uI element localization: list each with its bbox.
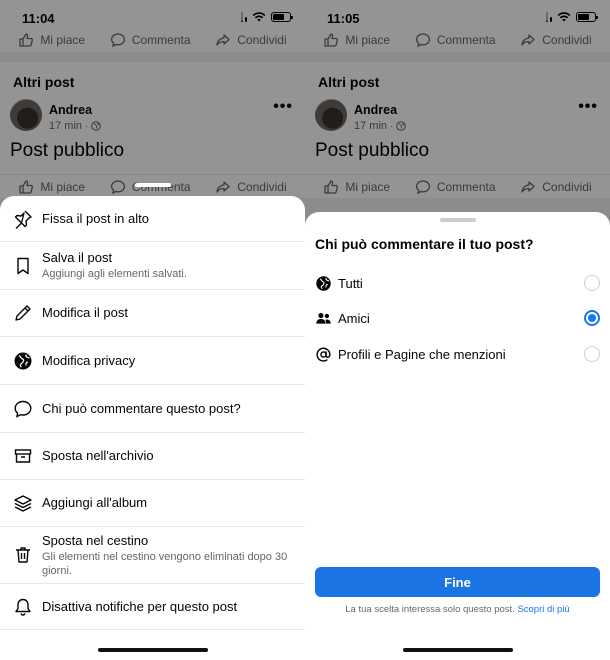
menu-label: Aggiungi all'album	[42, 495, 148, 510]
option-label: Amici	[338, 310, 370, 326]
globe-icon	[314, 274, 332, 292]
menu-text: Modifica privacy	[42, 353, 295, 369]
menu-label: Modifica privacy	[42, 352, 136, 368]
home-indicator[interactable]	[402, 648, 513, 652]
menu-item-edit-post[interactable]: Modifica il post	[0, 290, 305, 337]
sheet-grabber[interactable]	[439, 218, 476, 222]
comment-audience-sheet: Chi può commentare il tuo post? Tutti Am…	[305, 212, 610, 660]
comment-icon	[12, 398, 34, 420]
menu-text: Salva il post Aggiungi agli elementi sal…	[42, 250, 295, 281]
at-sign-icon	[314, 345, 332, 363]
menu-item-edit-privacy[interactable]: Modifica privacy	[0, 337, 305, 385]
menu-item-add-to-album[interactable]: Aggiungi all'album	[0, 480, 305, 527]
sheet-title: Chi può commentare il tuo post?	[315, 236, 534, 252]
option-label: Profili e Pagine che menzioni	[338, 346, 506, 362]
menu-label: Disattiva notifiche per questo post	[42, 598, 238, 614]
menu-item-save-post[interactable]: Salva il post Aggiungi agli elementi sal…	[0, 242, 305, 290]
menu-item-pin-post[interactable]: Fissa il post in alto	[0, 196, 305, 242]
pencil-icon	[12, 302, 34, 324]
menu-label: Fissa il post in alto	[42, 210, 149, 226]
menu-item-move-to-trash[interactable]: Sposta nel cestino Gli elementi nel cest…	[0, 527, 305, 584]
menu-label: Sposta nel cestino	[42, 532, 149, 548]
menu-label: Salva il post	[42, 250, 113, 265]
menu-text: Modifica il post	[42, 305, 295, 321]
menu-item-move-to-archive[interactable]: Sposta nell'archivio	[0, 433, 305, 480]
archive-box-icon	[12, 445, 34, 467]
menu-item-who-can-comment[interactable]: Chi può commentare questo post?	[0, 385, 305, 433]
post-options-sheet: Fissa il post in alto Salva il post Aggi…	[0, 183, 305, 660]
pin-icon	[12, 208, 34, 230]
home-indicator[interactable]	[97, 648, 208, 652]
sheet-grabber[interactable]	[134, 183, 171, 187]
menu-sublabel: Gli elementi nel cestino vengono elimina…	[42, 550, 288, 577]
footnote-text: La tua scelta interessa solo questo post…	[345, 604, 515, 615]
menu-text: Aggiungi all'album	[42, 495, 295, 511]
bell-icon	[12, 596, 34, 618]
album-stack-icon	[12, 492, 34, 514]
done-button[interactable]: Fine	[315, 567, 600, 597]
menu-label: Sposta nell'archivio	[42, 448, 154, 463]
option-mentioned[interactable]: Profili e Pagine che menzioni	[305, 339, 610, 369]
globe-icon	[12, 350, 34, 372]
option-label: Tutti	[338, 275, 363, 291]
radio-selected[interactable]	[584, 310, 600, 326]
footnote: La tua scelta interessa solo questo post…	[305, 604, 610, 615]
menu-text: Chi può commentare questo post?	[42, 401, 295, 417]
menu-label: Chi può commentare questo post?	[42, 400, 241, 416]
menu-text: Disattiva notifiche per questo post	[42, 599, 295, 615]
menu-text: Sposta nell'archivio	[42, 448, 295, 464]
option-everyone[interactable]: Tutti	[305, 268, 610, 298]
bookmark-icon	[12, 255, 34, 277]
option-friends[interactable]: Amici	[305, 303, 610, 333]
trash-icon	[12, 544, 34, 566]
menu-text: Sposta nel cestino Gli elementi nel cest…	[42, 533, 295, 578]
friends-icon	[314, 309, 332, 327]
learn-more-link[interactable]: Scopri di più	[517, 604, 569, 615]
radio-unselected[interactable]	[584, 275, 600, 291]
right-screen: 11:05 Mi piace Commenta Condividi Altri …	[305, 0, 610, 660]
left-screen: 11:04 Mi piace Commenta Condividi Altri …	[0, 0, 305, 660]
radio-unselected[interactable]	[584, 346, 600, 362]
menu-label: Modifica il post	[42, 305, 128, 320]
menu-text: Fissa il post in alto	[42, 211, 295, 227]
menu-item-turn-off-notifications[interactable]: Disattiva notifiche per questo post	[0, 584, 305, 630]
menu-sublabel: Aggiungi agli elementi salvati.	[42, 268, 187, 280]
